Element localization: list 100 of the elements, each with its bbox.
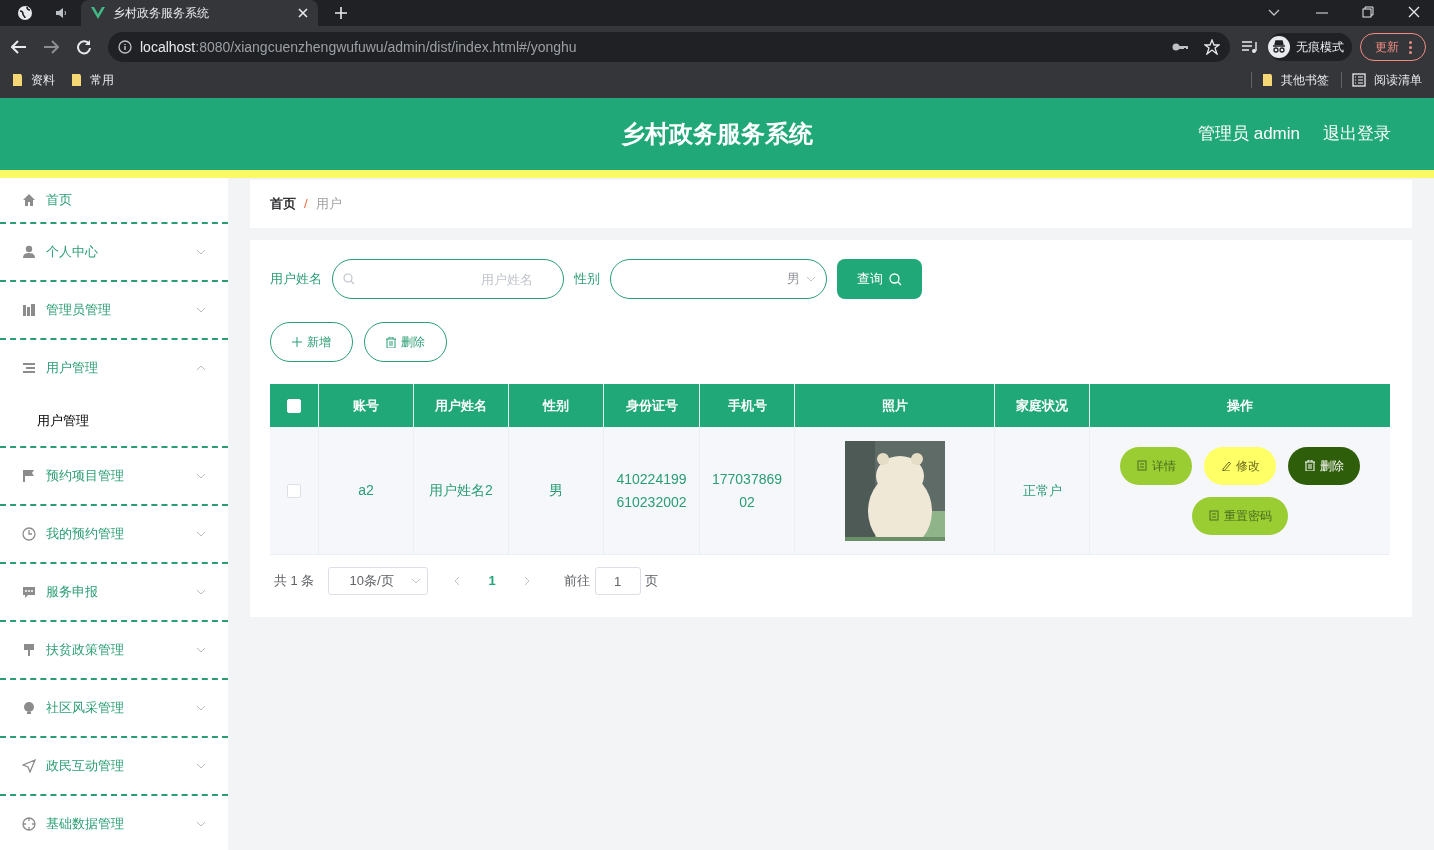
field-label: 用户姓名 bbox=[270, 270, 322, 289]
chevron-down-icon bbox=[196, 531, 206, 537]
sidebar-item[interactable]: 预约项目管理 bbox=[0, 448, 228, 504]
bulb-icon bbox=[22, 701, 36, 715]
chat-icon bbox=[22, 585, 36, 599]
chevron-down-icon[interactable] bbox=[1268, 9, 1280, 17]
close-icon[interactable] bbox=[1408, 6, 1420, 18]
chevron-down-icon bbox=[411, 578, 422, 584]
sidebar-item[interactable]: 社区风采管理 bbox=[0, 680, 228, 736]
globe-icon[interactable] bbox=[17, 5, 33, 21]
column-header: 操作 bbox=[1226, 396, 1254, 415]
new-tab-icon[interactable] bbox=[334, 6, 348, 20]
close-icon[interactable] bbox=[298, 8, 308, 18]
trash-icon bbox=[386, 336, 396, 348]
chevron-down-icon bbox=[196, 589, 206, 595]
total-count: 共 1 条 bbox=[274, 572, 315, 591]
more-icon bbox=[1408, 40, 1412, 54]
url-text: localhost:8080/xiangcuenzhengwufuwu/admin/dist/index.html#/yonghu bbox=[140, 37, 578, 57]
chevron-down-icon bbox=[196, 307, 206, 313]
home-icon bbox=[22, 193, 36, 207]
sidebar-item[interactable]: 个人中心 bbox=[0, 224, 228, 280]
tab-title: 乡村政务服务系统 bbox=[113, 5, 210, 22]
sidebar-item[interactable]: 我的预约管理 bbox=[0, 506, 228, 562]
table-cell-text: 用户姓名2 bbox=[428, 481, 494, 500]
table-cell-text: 男 bbox=[548, 481, 564, 500]
breadcrumb-separator: / bbox=[304, 195, 308, 214]
chevron-down-icon bbox=[196, 763, 206, 769]
chevron-down-icon bbox=[196, 249, 206, 255]
bookmark[interactable]: 常用 bbox=[71, 71, 114, 89]
restore-icon[interactable] bbox=[1362, 6, 1374, 18]
folder-icon bbox=[12, 73, 23, 87]
bookmark[interactable]: 阅读清单 bbox=[1352, 71, 1422, 89]
search-button[interactable]: 查询 bbox=[837, 259, 922, 299]
speaker-icon[interactable] bbox=[55, 7, 67, 19]
table-cell-text: 17703786902 bbox=[710, 469, 784, 512]
sidebar-item[interactable]: 政民互动管理 bbox=[0, 738, 228, 794]
building-icon bbox=[22, 303, 36, 317]
media-icon[interactable] bbox=[1242, 40, 1258, 54]
list-icon bbox=[1352, 73, 1366, 87]
reload-icon[interactable] bbox=[76, 39, 92, 55]
bookmark[interactable]: 其他书签 bbox=[1262, 71, 1329, 89]
page-input[interactable]: 1 bbox=[594, 567, 641, 595]
chevron-down-icon bbox=[196, 821, 206, 827]
v-logo-icon bbox=[91, 7, 105, 19]
sidebar-item[interactable]: 管理员管理 bbox=[0, 282, 228, 338]
send-icon bbox=[22, 759, 36, 773]
signpost-icon bbox=[22, 643, 36, 657]
doc-icon bbox=[1208, 510, 1219, 521]
breadcrumb-item: 用户 bbox=[315, 195, 342, 214]
table-cell-text: 正常户 bbox=[1022, 481, 1062, 500]
edit-button[interactable]: 修改 bbox=[1204, 446, 1276, 485]
detail-button[interactable]: 详情 bbox=[1120, 446, 1192, 485]
doc-icon bbox=[1136, 460, 1147, 471]
address-bar[interactable]: localhost:8080/xiangcuenzhengwufuwu/admin/dist/index.html#/yonghu bbox=[108, 32, 1230, 62]
star-icon[interactable] bbox=[1204, 39, 1220, 55]
clock-icon bbox=[22, 527, 36, 541]
app-title: 乡村政务服务系统 bbox=[621, 119, 813, 149]
breadcrumb-item[interactable]: 首页 bbox=[270, 194, 296, 214]
bookmark[interactable]: 资料 bbox=[12, 71, 55, 89]
user-icon bbox=[22, 245, 36, 259]
sidebar-item[interactable]: 首页 bbox=[0, 178, 228, 222]
folder-icon bbox=[1262, 73, 1273, 87]
sidebar-item[interactable]: 基础数据管理 bbox=[0, 796, 228, 850]
chevron-down-icon bbox=[196, 473, 206, 479]
search-icon bbox=[889, 272, 902, 286]
delete-button[interactable]: 删除 bbox=[1288, 446, 1360, 485]
page-suffix: 页 bbox=[644, 572, 658, 591]
trash-icon bbox=[1304, 460, 1315, 471]
chevron-down-icon bbox=[196, 647, 206, 653]
search-icon bbox=[343, 273, 355, 285]
page-size-select[interactable]: 10条/页 bbox=[328, 567, 429, 595]
goto-label: 前往 bbox=[563, 572, 590, 591]
target-icon bbox=[22, 817, 36, 831]
folder-icon bbox=[71, 73, 82, 87]
chevron-down-icon bbox=[806, 276, 816, 282]
admin-user: 管理员 admin bbox=[1197, 123, 1300, 146]
sidebar-item[interactable]: 扶贫政策管理 bbox=[0, 622, 228, 678]
forward-icon[interactable] bbox=[43, 40, 59, 54]
sidebar-item[interactable]: 服务申报 bbox=[0, 564, 228, 620]
list-icon bbox=[22, 361, 36, 375]
page-number[interactable]: 1 bbox=[488, 571, 496, 591]
reset-password-button[interactable]: 重置密码 bbox=[1192, 496, 1288, 535]
search-field[interactable]: 用户姓名 bbox=[332, 259, 564, 299]
browser-tab[interactable]: 乡村政务服务系统 bbox=[81, 0, 318, 26]
field-label: 性别 bbox=[574, 270, 600, 289]
plus-icon bbox=[292, 337, 302, 347]
table-cell-text: 410224199610232002 bbox=[615, 469, 688, 512]
flag-icon bbox=[22, 469, 36, 483]
sidebar-item[interactable]: 用户管理 bbox=[0, 340, 228, 396]
row-checkbox[interactable] bbox=[287, 483, 301, 498]
info-icon bbox=[118, 40, 132, 54]
logout-link[interactable]: 退出登录 bbox=[1323, 121, 1391, 147]
select-all-checkbox[interactable] bbox=[287, 398, 301, 413]
chevron-down-icon bbox=[196, 705, 206, 711]
incognito-button[interactable]: 无痕模式 bbox=[1268, 33, 1352, 61]
submenu-item[interactable]: 用户管理 bbox=[0, 396, 228, 446]
chevron-up-icon bbox=[196, 365, 206, 371]
key-icon[interactable] bbox=[1172, 42, 1188, 52]
back-icon[interactable] bbox=[11, 40, 27, 54]
table-cell-text: a2 bbox=[357, 481, 375, 500]
